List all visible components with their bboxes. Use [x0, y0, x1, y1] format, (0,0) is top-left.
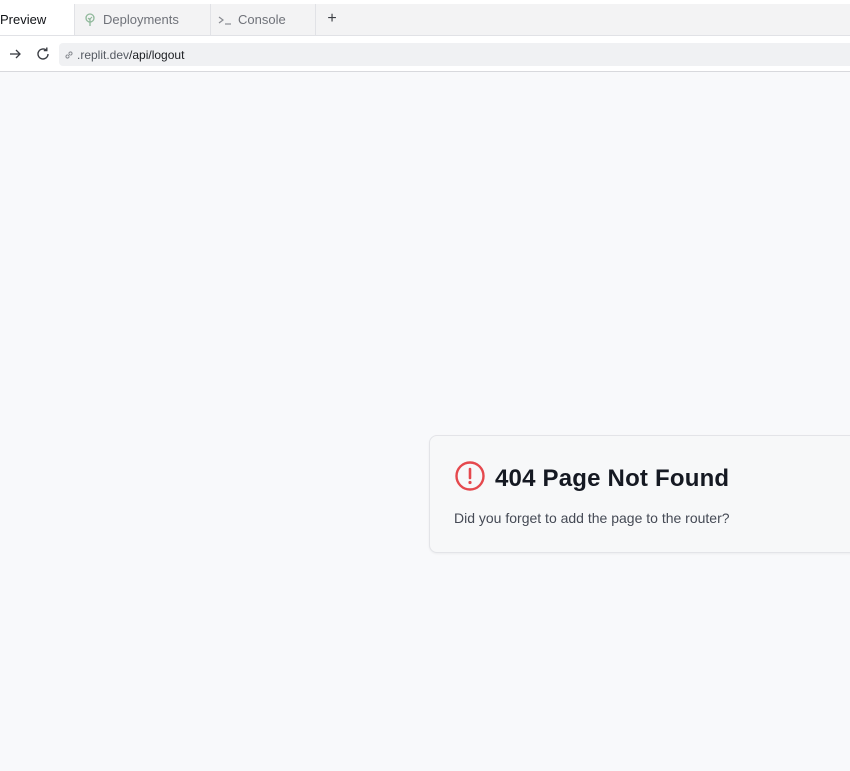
address-bar: .replit.dev/api/logout: [0, 36, 850, 72]
link-icon: [63, 49, 75, 61]
alert-circle-icon: [454, 460, 486, 497]
tab-preview[interactable]: Preview: [0, 4, 75, 35]
error-message: Did you forget to add the page to the ro…: [454, 510, 730, 526]
error-title: 404 Page Not Found: [495, 464, 730, 492]
tab-label: Preview: [0, 12, 47, 27]
tab-bar: Preview Deployments Console +: [0, 0, 850, 36]
forward-arrow-icon[interactable]: [6, 45, 24, 63]
tab-label: Deployments: [103, 12, 179, 27]
url-path: /api/logout: [129, 47, 185, 62]
new-tab-button[interactable]: +: [322, 8, 342, 30]
tab-deployments[interactable]: Deployments: [75, 4, 211, 35]
terminal-icon: [218, 13, 232, 27]
tab-label: Console: [238, 12, 286, 27]
tab-console[interactable]: Console: [211, 4, 316, 35]
url-field[interactable]: .replit.dev/api/logout: [59, 43, 850, 66]
deployments-tree-icon: [83, 12, 97, 27]
reload-icon[interactable]: [34, 45, 52, 63]
url-host: .replit.dev: [77, 47, 130, 62]
error-card-header: 404 Page Not Found: [454, 460, 729, 497]
error-card: 404 Page Not Found Did you forget to add…: [429, 435, 850, 553]
